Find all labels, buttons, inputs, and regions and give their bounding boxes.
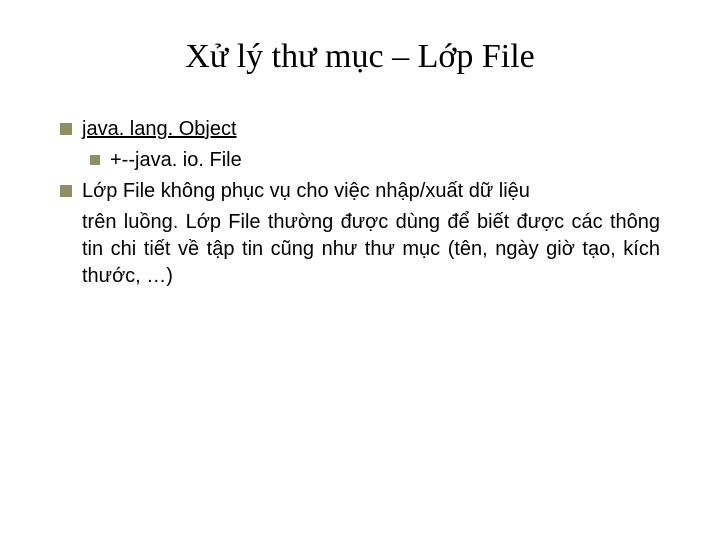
- bullet-item-body: Lớp File không phục vụ cho việc nhập/xuấ…: [60, 178, 660, 205]
- slide: Xử lý thư mục – Lớp File java. lang. Obj…: [0, 0, 720, 540]
- body-rest-text: trên luồng. Lớp File thường được dùng để…: [82, 209, 660, 290]
- body-lead-text: Lớp File không phục vụ cho việc nhập/xuấ…: [82, 178, 660, 205]
- content-area: java. lang. Object +--java. io. File Lớp…: [60, 116, 660, 290]
- java-io-file-text: +--java. io. File: [110, 147, 242, 174]
- bullet-item-link: java. lang. Object: [60, 116, 660, 143]
- java-lang-object-link[interactable]: java. lang. Object: [82, 116, 237, 143]
- bullet-item-sub: +--java. io. File: [60, 147, 660, 174]
- slide-title: Xử lý thư mục – Lớp File: [60, 38, 660, 76]
- square-bullet-icon: [60, 185, 72, 197]
- square-bullet-icon: [60, 123, 72, 135]
- square-bullet-icon: [90, 155, 100, 165]
